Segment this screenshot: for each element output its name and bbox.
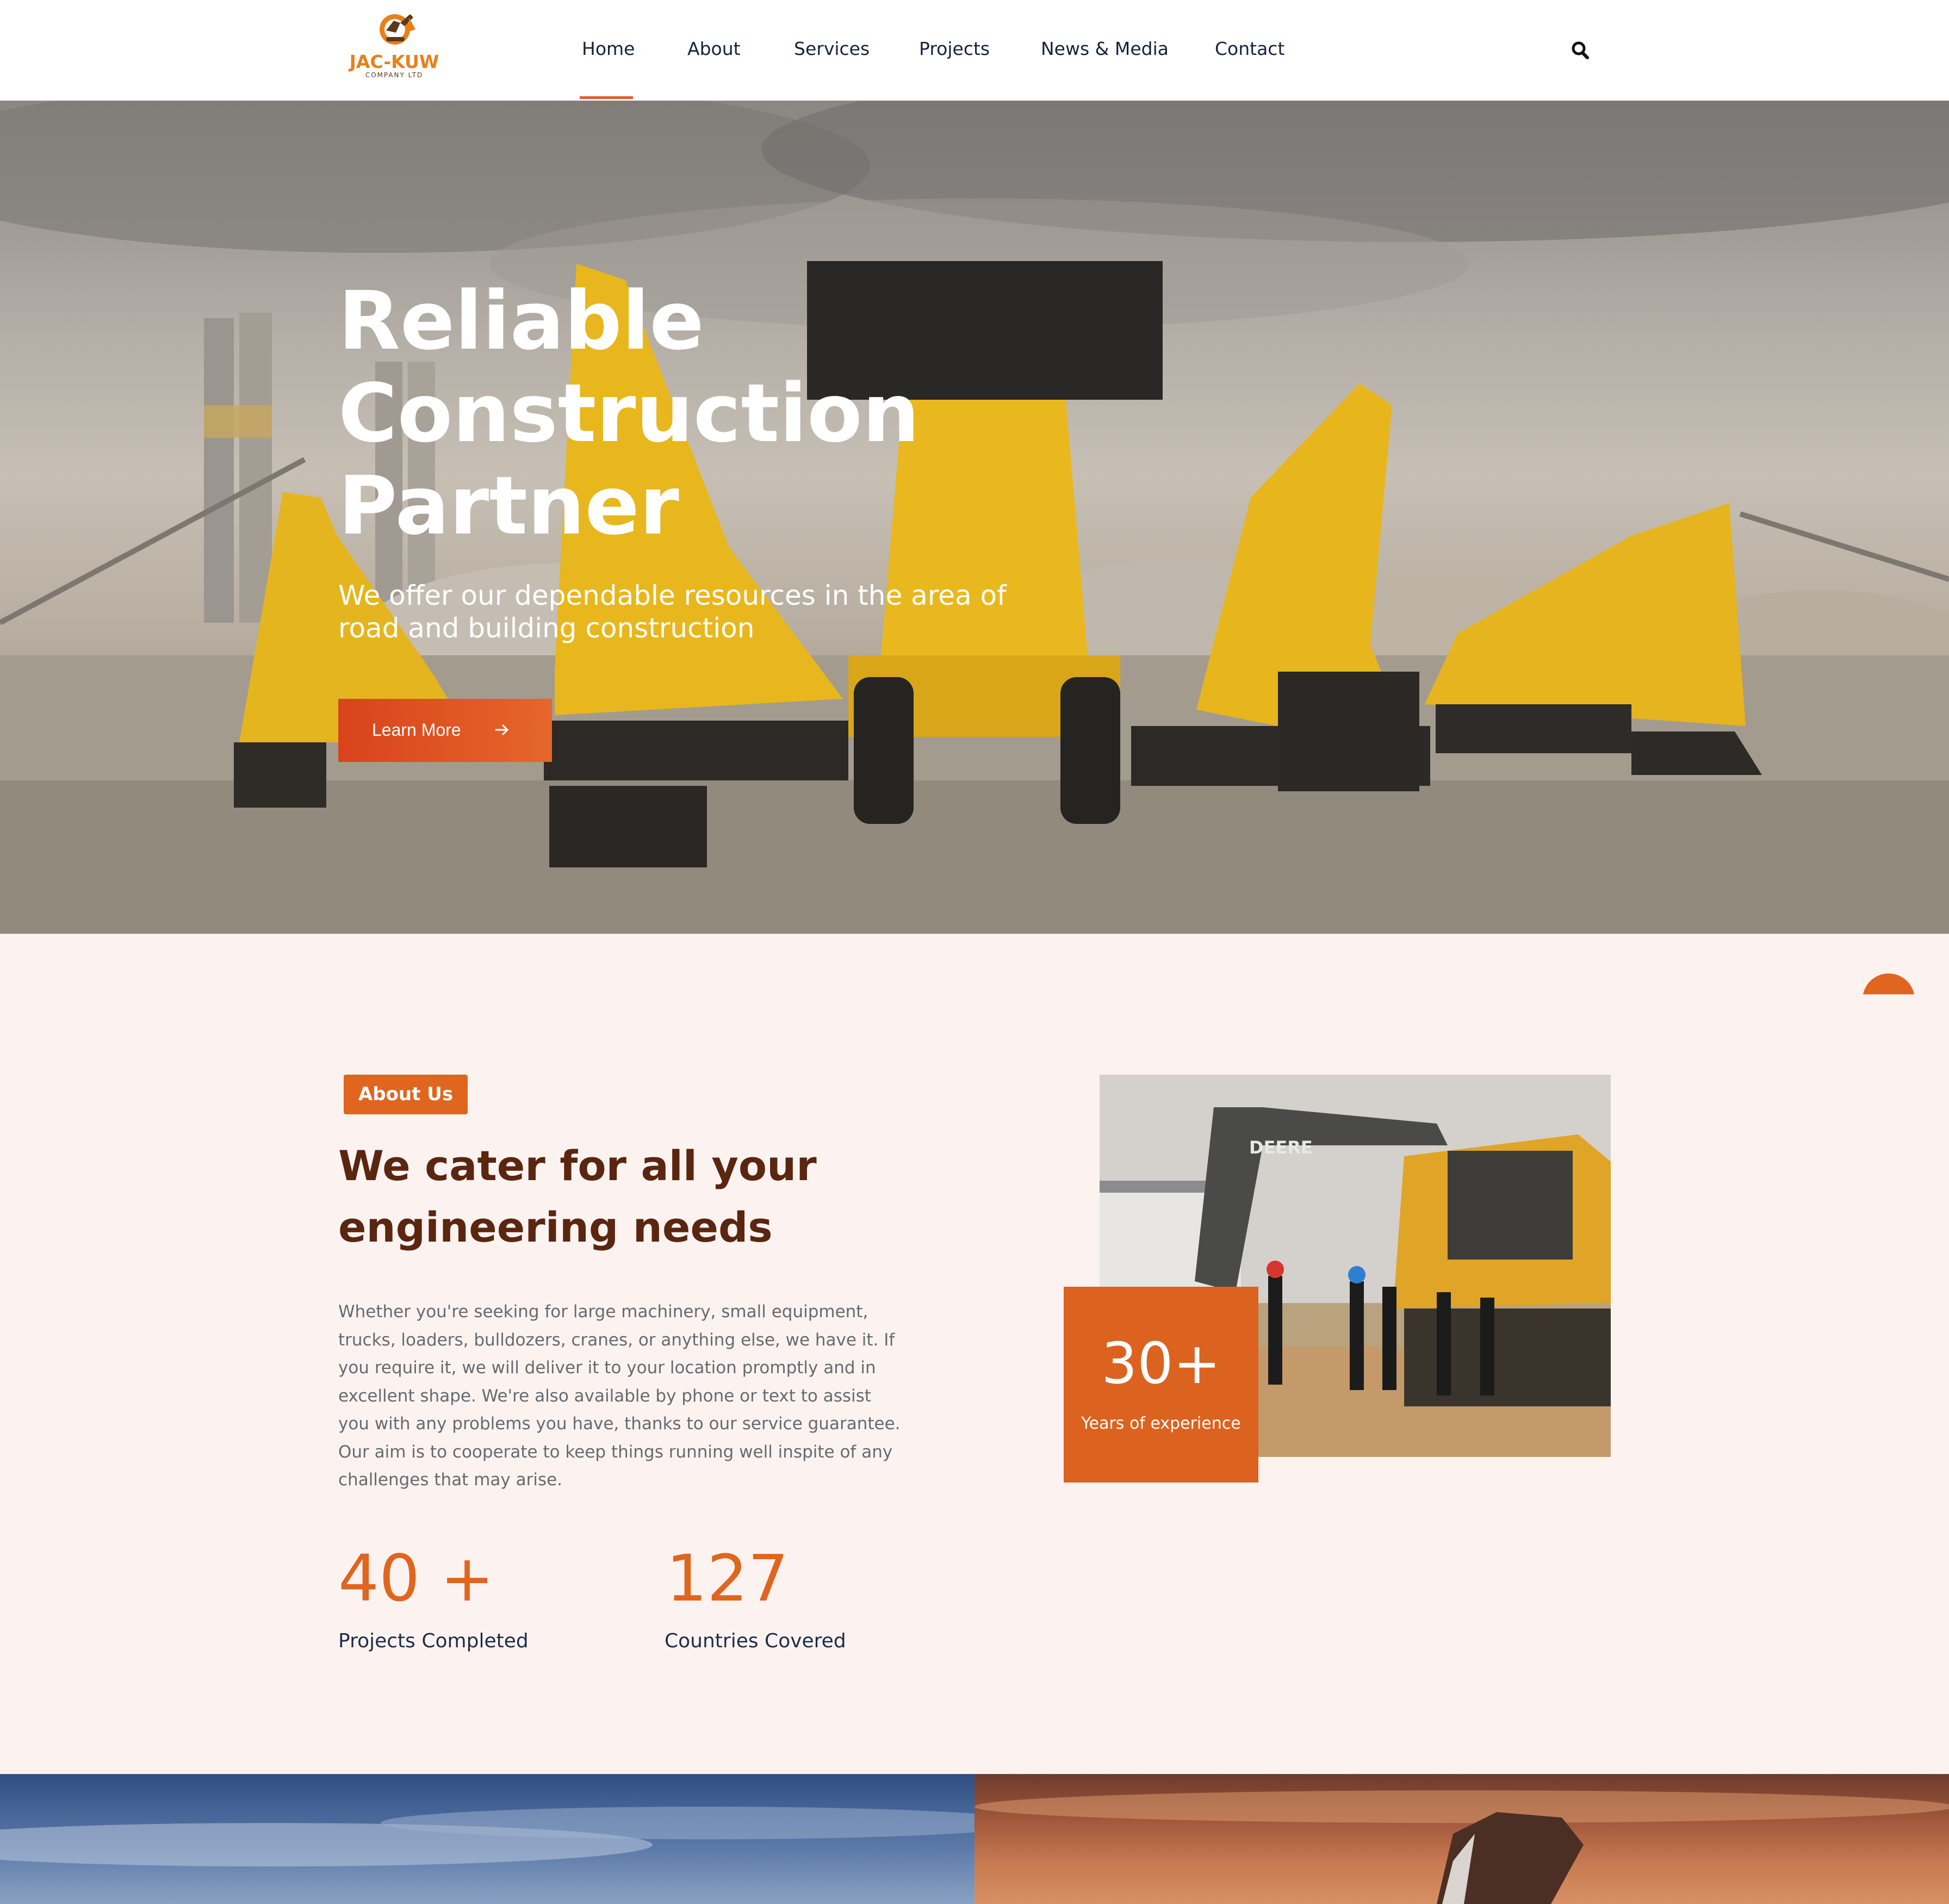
stat-countries-label: Countries Covered [665,1630,846,1652]
site-header: JAC-KUW COMPANY LTD Home About Services … [0,0,1949,101]
nav-item-about[interactable]: About [687,38,741,59]
sunset-image-panel [974,1774,1949,1904]
nav-item-news-media[interactable]: News & Media [1041,38,1169,59]
nav-item-projects[interactable]: Projects [919,38,990,59]
sky-image [0,1807,974,1866]
hero-subtitle: We offer our dependable resources in the… [338,580,1007,644]
sky-image-panel [0,1774,974,1904]
nav-item-services[interactable]: Services [794,38,870,59]
learn-more-label: Learn More [372,720,461,740]
brand-tagline: COMPANY LTD [365,71,424,79]
about-section: About Us We cater for all your engineeri… [0,934,1949,1774]
brand-name: JAC-KUW [349,51,439,72]
stat-projects-value: 40 + [338,1541,494,1616]
about-body: Whether you're seeking for large machine… [338,1302,901,1490]
arrow-right-icon [495,724,509,736]
nav-active-indicator [580,96,633,99]
search-button[interactable] [1571,40,1590,61]
stat-countries-value: 127 [666,1541,789,1616]
deere-label: DEERE [1249,1137,1313,1158]
learn-more-button[interactable]: Learn More [338,699,552,762]
scroll-top-button[interactable] [1863,973,1915,995]
experience-value: 30+ [1101,1330,1221,1397]
brand-logo[interactable]: JAC-KUW COMPANY LTD [348,9,440,85]
search-icon [1572,41,1589,59]
experience-label: Years of experience [1081,1414,1241,1433]
about-badge: About Us [344,1075,468,1114]
hero-section: Reliable Construction Partner We offer o… [0,101,1949,934]
nav-item-home[interactable]: Home [582,38,635,59]
nav-item-contact[interactable]: Contact [1215,38,1284,59]
hero-title: Reliable Construction Partner [338,274,920,553]
about-title: We cater for all your engineering needs [338,1142,817,1251]
experience-box: 30+ Years of experience [1064,1287,1258,1483]
stat-projects-label: Projects Completed [338,1630,529,1652]
sunset-image [974,1790,1949,1904]
excavator-logo-icon [380,14,415,45]
